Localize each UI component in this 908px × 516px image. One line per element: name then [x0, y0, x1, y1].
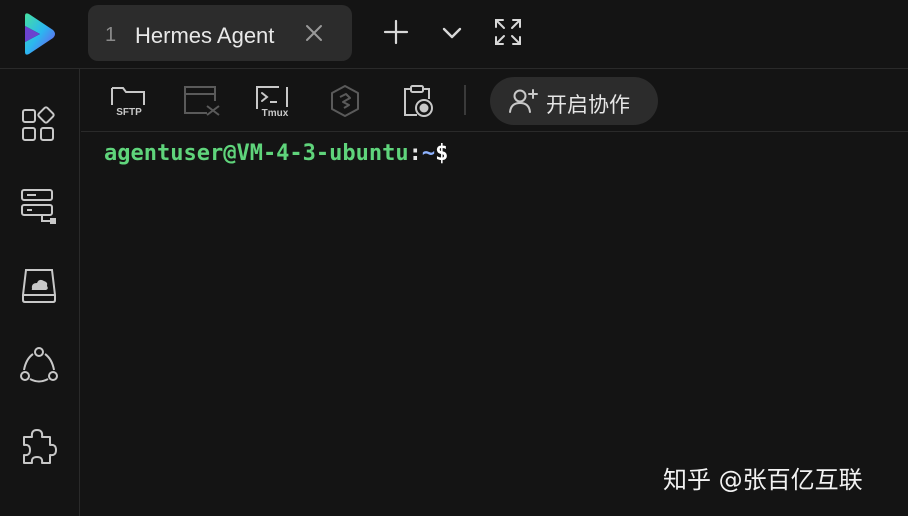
shell-prompt: agentuser@VM-4-3-ubuntu:~$: [104, 141, 448, 166]
vscode-window-icon[interactable]: [181, 83, 221, 119]
start-collaboration-button[interactable]: 开启协作: [490, 77, 658, 125]
tab-close-icon[interactable]: [305, 24, 323, 42]
sftp-label: SFTP: [116, 107, 142, 118]
prompt-path: ~: [421, 141, 436, 166]
screenshot-clipboard-icon[interactable]: [397, 83, 437, 119]
session-toolbar: SFTP Tmux 开启协作: [81, 69, 908, 132]
hexagon-tool-icon[interactable]: [325, 83, 365, 119]
apps-icon[interactable]: [18, 105, 60, 147]
fullscreen-icon[interactable]: [494, 18, 522, 46]
toolbar-divider: [464, 85, 466, 115]
sftp-folder-icon[interactable]: SFTP: [109, 83, 149, 119]
collab-label: 开启协作: [546, 93, 630, 117]
tmux-terminal-icon[interactable]: Tmux: [253, 83, 293, 119]
terminal-area[interactable]: agentuser@VM-4-3-ubuntu:~$: [81, 133, 908, 516]
app-logo-icon: [22, 12, 58, 56]
plugin-icon[interactable]: [18, 425, 60, 467]
server-list-icon[interactable]: [18, 185, 60, 227]
chevron-down-icon[interactable]: [438, 18, 466, 46]
cloud-drive-icon[interactable]: [18, 265, 60, 307]
prompt-dollar: $: [435, 141, 449, 166]
left-sidebar: [0, 69, 80, 516]
network-icon[interactable]: [18, 345, 60, 387]
prompt-user-host: agentuser@VM-4-3-ubuntu: [104, 141, 409, 166]
tab-title: Hermes Agent: [135, 23, 275, 48]
app-window: 1 Hermes Agent SFTP Tmux 开启协作 agentuser@…: [0, 0, 908, 516]
title-bar: 1 Hermes Agent: [0, 0, 908, 69]
watermark-text: 知乎 @张百亿互联: [663, 466, 863, 494]
prompt-colon: :: [408, 141, 422, 166]
tab-number: 1: [105, 24, 117, 46]
new-tab-plus-icon[interactable]: [382, 18, 410, 46]
tmux-label: Tmux: [262, 108, 289, 119]
add-user-icon: [508, 88, 538, 114]
